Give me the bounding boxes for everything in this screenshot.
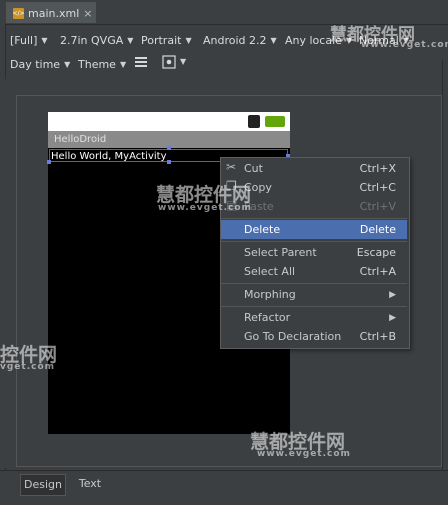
zoom-options-icon[interactable] (162, 55, 176, 69)
menu-item-copy[interactable]: Copy Ctrl+C (221, 178, 407, 197)
device-label: 2.7in QVGA (60, 33, 124, 47)
close-icon[interactable]: × (83, 7, 92, 20)
ui-mode-label: Normal (359, 33, 399, 47)
api-level-label: Android 2.2 (203, 33, 267, 47)
menu-item-shortcut: Ctrl+B (359, 330, 396, 343)
locale-dropdown[interactable]: Any locale ▼ (285, 31, 352, 49)
menu-item-label: Paste (244, 200, 274, 213)
submenu-arrow-icon: ▶ (389, 289, 396, 300)
menu-item-select-all[interactable]: Select All Ctrl+A (221, 262, 407, 281)
resize-handle[interactable] (167, 146, 171, 150)
device-dropdown[interactable]: 2.7in QVGA ▼ (60, 31, 133, 49)
chevron-down-icon: ▼ (345, 35, 353, 45)
activity-layout-icon[interactable] (134, 55, 148, 69)
menu-item-label: Refactor (244, 311, 291, 324)
resize-handle[interactable] (47, 160, 51, 164)
menu-separator (221, 241, 407, 242)
theme-label: Theme (78, 57, 116, 71)
tab-design[interactable]: Design (20, 474, 66, 496)
ui-mode-dropdown[interactable]: Normal ▼ (359, 31, 409, 49)
screen-size-label: [Full] (10, 33, 38, 47)
tab-text[interactable]: Text (70, 474, 110, 494)
locale-label: Any locale (285, 33, 342, 47)
battery-icon (265, 116, 285, 127)
menu-item-refactor[interactable]: Refactor ▶ (221, 308, 407, 327)
layout-toolbar: [Full] ▼ 2.7in QVGA ▼ Portrait ▼ Android 2.… (0, 27, 448, 53)
orientation-label: Portrait (141, 33, 182, 47)
menu-item-shortcut: Ctrl+X (359, 162, 396, 175)
wifi-icon (248, 115, 260, 128)
screen-size-dropdown[interactable]: [Full] ▼ (10, 31, 48, 49)
chevron-down-icon: ▼ (127, 35, 134, 45)
menu-item-label: Select All (244, 265, 296, 278)
menu-item-shortcut: Ctrl+A (359, 265, 396, 278)
menu-item-go-to-declaration[interactable]: Go To Declaration Ctrl+B (221, 327, 407, 346)
menu-item-cut[interactable]: Cut Ctrl+X (221, 159, 407, 178)
menu-item-shortcut: Delete (359, 223, 396, 236)
xml-file-icon: </> (12, 7, 25, 19)
menu-item-select-parent[interactable]: Select Parent Escape (221, 243, 407, 262)
menu-item-label: Copy (244, 181, 272, 194)
menu-item-label: Select Parent (244, 246, 317, 259)
resize-handle[interactable] (167, 160, 171, 164)
menu-item-label: Delete (244, 223, 281, 236)
night-mode-dropdown[interactable]: Day time ▼ (10, 55, 70, 73)
editor-tab-label: main.xml (28, 6, 80, 20)
view-toolbar: Day time ▼ Theme ▼ (0, 51, 448, 77)
chevron-down-icon: ▼ (64, 59, 71, 69)
device-status-bar (48, 112, 290, 131)
chevron-down-icon: ▼ (185, 35, 192, 45)
context-menu: ✂ Cut Ctrl+X ❐ Copy Ctrl+C ▤ Paste Ctrl+V D… (220, 157, 410, 349)
api-level-dropdown[interactable]: Android 2.2 ▼ (203, 31, 277, 49)
menu-separator (221, 283, 407, 284)
chevron-down-icon: ▼ (41, 35, 48, 45)
chevron-down-icon: ▼ (119, 59, 127, 69)
menu-item-label: Cut (244, 162, 263, 175)
chevron-down-icon: ▼ (402, 35, 409, 45)
menu-separator (221, 306, 407, 307)
chevron-down-icon: ▼ (270, 35, 277, 45)
menu-item-shortcut: Ctrl+C (359, 181, 396, 194)
submenu-arrow-icon: ▶ (389, 312, 396, 323)
menu-item-paste[interactable]: Paste Ctrl+V (221, 197, 407, 216)
menu-separator (221, 218, 407, 219)
night-mode-label: Day time (10, 57, 61, 71)
menu-item-morphing[interactable]: Morphing ▶ (221, 285, 407, 304)
editor-mode-tabs: Design Text (0, 470, 448, 505)
menu-item-shortcut: Escape (356, 246, 396, 259)
editor-tab-bar: </> main.xml × (0, 0, 448, 25)
menu-item-delete[interactable]: Delete Delete (221, 220, 407, 239)
chevron-down-icon[interactable]: ▼ (180, 57, 186, 66)
menu-item-label: Morphing (244, 288, 296, 301)
orientation-dropdown[interactable]: Portrait ▼ (141, 31, 192, 49)
right-tool-strip (442, 60, 448, 470)
editor-tab-main-xml[interactable]: </> main.xml × (6, 2, 96, 23)
theme-dropdown[interactable]: Theme ▼ (78, 55, 126, 73)
menu-item-shortcut: Ctrl+V (359, 200, 396, 213)
menu-item-label: Go To Declaration (244, 330, 342, 343)
